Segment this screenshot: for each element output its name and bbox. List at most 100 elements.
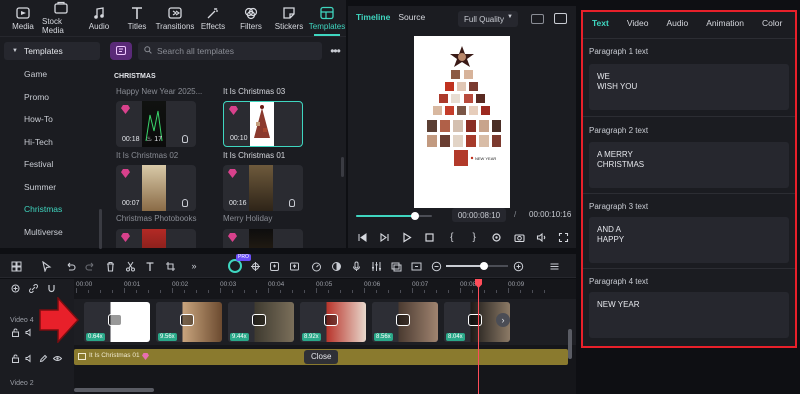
replace-clip-icon[interactable] bbox=[396, 314, 410, 326]
timeline-ruler[interactable]: 00:00 00:01 00:02 00:03 00:04 00:05 00:06 00:07… bbox=[74, 279, 576, 293]
sidebar-item-multiverse[interactable]: Multiverse bbox=[0, 221, 104, 244]
track-visibility-icon[interactable] bbox=[52, 353, 62, 363]
tab-video[interactable]: Video bbox=[618, 18, 658, 28]
export-clip-icon[interactable] bbox=[288, 260, 300, 272]
toolbar-transitions[interactable]: Transitions bbox=[156, 0, 194, 36]
timeline-zoom-slider[interactable] bbox=[446, 262, 508, 270]
toolbar-audio[interactable]: Audio bbox=[80, 0, 118, 36]
tab-animation[interactable]: Animation bbox=[697, 18, 753, 28]
mark-out-icon[interactable]: } bbox=[468, 231, 480, 243]
sidebar-item-how-to[interactable]: How-To bbox=[0, 108, 104, 131]
mark-in-icon[interactable]: { bbox=[446, 231, 458, 243]
toolbar-effects[interactable]: Effects bbox=[194, 0, 232, 36]
template-card-happy-new-year[interactable]: 00:18 ♨ 17 bbox=[116, 101, 196, 147]
playback-scrubber-handle[interactable] bbox=[411, 212, 420, 220]
more-options-icon[interactable]: ••• bbox=[328, 44, 342, 58]
color-match-icon[interactable] bbox=[330, 260, 342, 272]
template-filter-button[interactable] bbox=[110, 42, 132, 60]
text-tool-icon[interactable] bbox=[144, 260, 156, 272]
keyframe-icon[interactable] bbox=[410, 260, 422, 272]
magnet-icon[interactable] bbox=[46, 283, 56, 293]
layout-grid-icon[interactable] bbox=[10, 260, 22, 272]
favorite-icon[interactable] bbox=[182, 135, 188, 143]
playhead-line[interactable] bbox=[478, 285, 479, 394]
template-card-it-is-christmas-03[interactable]: 00:10 bbox=[223, 101, 303, 147]
replace-clip-icon[interactable] bbox=[180, 314, 194, 326]
tab-source[interactable]: Source bbox=[398, 12, 425, 22]
tab-audio[interactable]: Audio bbox=[657, 18, 697, 28]
timeline-clip[interactable]: 9.44x bbox=[228, 302, 294, 342]
zoom-out-icon[interactable] bbox=[430, 260, 442, 272]
track-mute-icon[interactable] bbox=[24, 327, 34, 337]
camera-icon[interactable] bbox=[513, 231, 525, 243]
toolbar-media[interactable]: Media bbox=[4, 0, 42, 36]
track-lock-icon[interactable] bbox=[10, 353, 20, 363]
delete-icon[interactable] bbox=[104, 260, 116, 272]
stop-icon[interactable] bbox=[423, 231, 435, 243]
zoom-slider-handle[interactable] bbox=[480, 262, 489, 270]
redo-icon[interactable] bbox=[84, 260, 96, 272]
toolbar-stickers[interactable]: Stickers bbox=[270, 0, 308, 36]
sidebar-item-game[interactable]: Game bbox=[0, 63, 104, 86]
timeline-vertical-scrollbar[interactable] bbox=[568, 329, 572, 359]
favorite-icon[interactable] bbox=[289, 199, 295, 207]
snap-icon[interactable] bbox=[249, 260, 261, 272]
toolbar-filters[interactable]: Filters bbox=[232, 0, 270, 36]
paragraph-3-input[interactable]: AND A HAPPY bbox=[589, 217, 789, 263]
split-icon[interactable] bbox=[124, 260, 136, 272]
template-card-it-is-christmas-02[interactable]: 00:07 bbox=[116, 165, 196, 211]
chevron-right-icon[interactable]: › bbox=[496, 313, 510, 327]
sidebar-item-promo[interactable]: Promo bbox=[0, 86, 104, 109]
template-card-christmas-photobooks[interactable] bbox=[116, 229, 196, 248]
tab-timeline[interactable]: Timeline bbox=[356, 12, 390, 22]
speed-icon[interactable] bbox=[310, 260, 322, 272]
fullscreen-icon[interactable] bbox=[558, 231, 570, 243]
timeline-menu-icon[interactable] bbox=[548, 260, 560, 272]
replace-clip-icon[interactable] bbox=[252, 314, 266, 326]
audio-mixer-icon[interactable] bbox=[370, 260, 382, 272]
track-lock-icon[interactable] bbox=[10, 327, 20, 337]
render-settings-icon[interactable] bbox=[491, 231, 503, 243]
close-tooltip[interactable]: Close bbox=[304, 350, 339, 364]
sidebar-scrollbar[interactable] bbox=[99, 209, 102, 249]
toolbar-templates[interactable]: Templates bbox=[308, 0, 346, 36]
timeline-clip[interactable]: 8.56x bbox=[372, 302, 438, 342]
volume-icon[interactable] bbox=[536, 231, 548, 243]
sidebar-item-hi-tech[interactable]: Hi-Tech bbox=[0, 131, 104, 154]
paragraph-1-input[interactable]: WE WISH YOU bbox=[589, 64, 789, 110]
tab-text[interactable]: Text bbox=[583, 18, 618, 28]
timeline-clip[interactable]: 9.56x bbox=[156, 302, 222, 342]
toolbar-stock-media[interactable]: Stock Media bbox=[42, 0, 80, 36]
ai-tools-icon[interactable] bbox=[228, 259, 242, 273]
playback-progress-bar[interactable] bbox=[356, 212, 432, 220]
compare-view-icon[interactable] bbox=[531, 14, 544, 24]
replace-clip-icon[interactable] bbox=[468, 314, 482, 326]
sidebar-item-summer[interactable]: Summer bbox=[0, 176, 104, 199]
sidebar-item-festival[interactable]: Festival bbox=[0, 153, 104, 176]
replace-media-icon[interactable] bbox=[390, 260, 402, 272]
undo-icon[interactable] bbox=[64, 260, 76, 272]
zoom-in-icon[interactable] bbox=[512, 260, 524, 272]
more-tools-icon[interactable]: » bbox=[188, 260, 200, 272]
templates-scrollbar[interactable] bbox=[341, 157, 344, 177]
add-track-icon[interactable] bbox=[10, 283, 20, 293]
favorite-icon[interactable] bbox=[182, 199, 188, 207]
quality-dropdown[interactable]: Full Quality ▼ bbox=[458, 11, 518, 27]
play-icon[interactable] bbox=[401, 231, 413, 243]
current-time[interactable]: 00:00:08:10 bbox=[452, 208, 506, 222]
crop-icon[interactable] bbox=[164, 260, 176, 272]
toolbar-titles[interactable]: Titles bbox=[118, 0, 156, 36]
paragraph-4-input[interactable]: NEW YEAR bbox=[589, 292, 789, 338]
replace-clip-icon[interactable] bbox=[324, 314, 338, 326]
template-search-input[interactable] bbox=[157, 46, 297, 56]
template-card-merry-holiday[interactable] bbox=[223, 229, 303, 248]
snapshot-icon[interactable] bbox=[554, 13, 567, 24]
tab-color[interactable]: Color bbox=[753, 18, 791, 28]
sidebar-item-christmas[interactable]: Christmas bbox=[0, 198, 104, 221]
track-pen-icon[interactable] bbox=[38, 353, 48, 363]
replace-clip-icon[interactable] bbox=[108, 314, 122, 326]
timeline-clip[interactable]: 0.64x bbox=[84, 302, 150, 342]
link-icon[interactable] bbox=[28, 283, 38, 293]
play-reverse-icon[interactable] bbox=[378, 231, 390, 243]
template-search-box[interactable] bbox=[138, 42, 322, 60]
